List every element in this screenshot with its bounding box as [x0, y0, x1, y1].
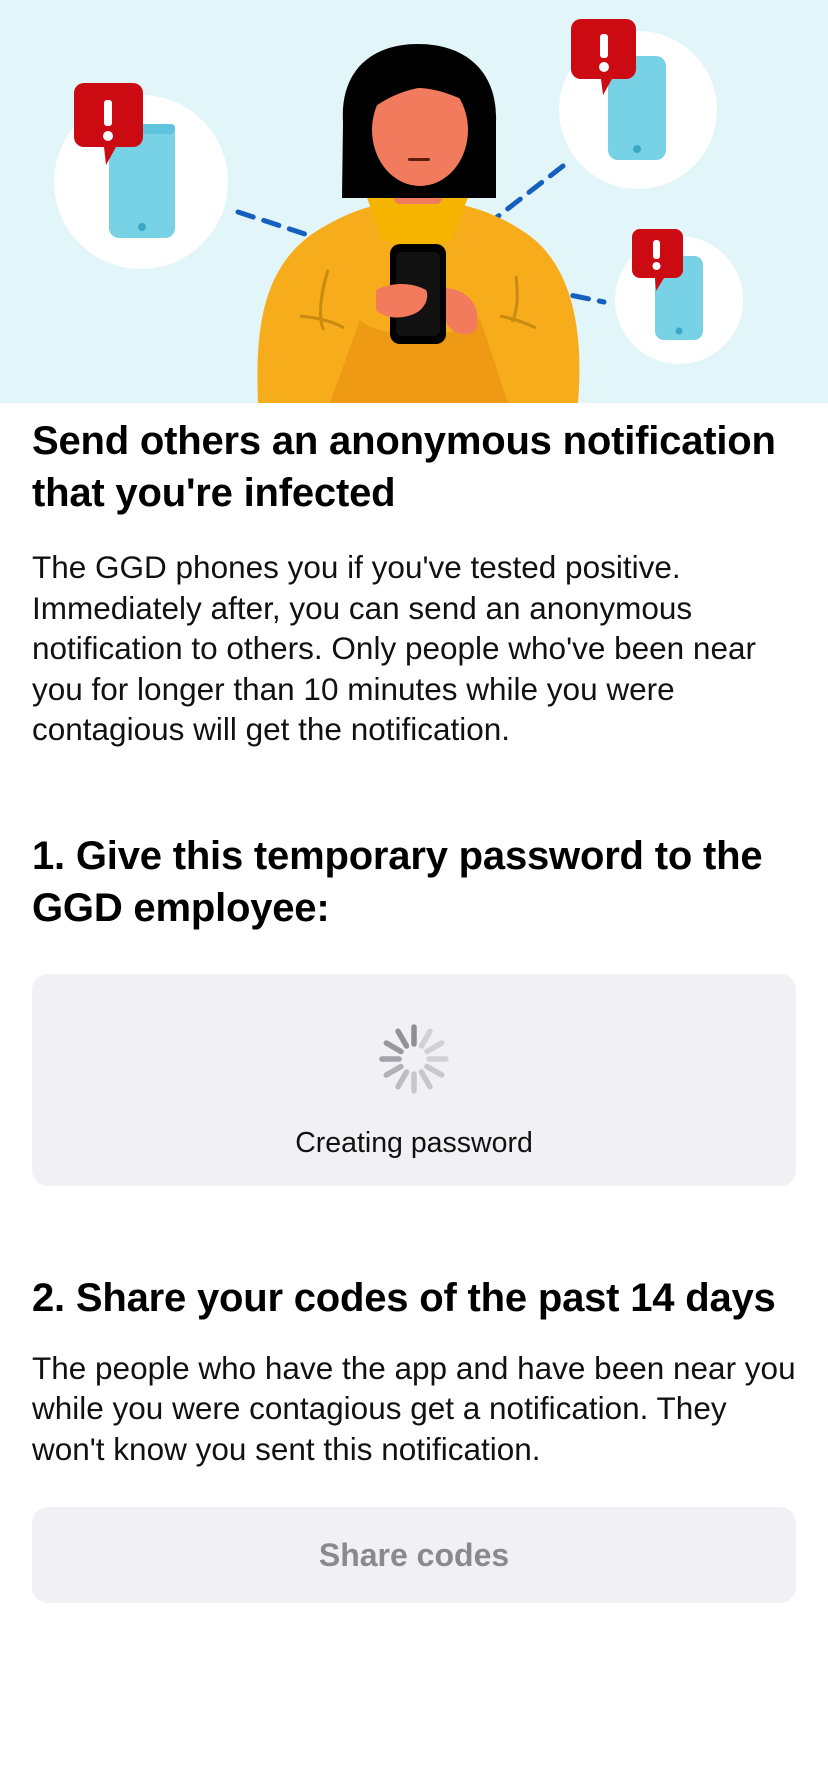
hero-illustration [0, 0, 828, 403]
intro-description: The GGD phones you if you've tested posi… [32, 549, 756, 747]
password-status-text: Creating password [295, 1126, 533, 1159]
step2-heading: 2. Share your codes of the past 14 days [32, 1275, 776, 1320]
step1-heading: 1. Give this temporary password to the G… [32, 833, 763, 930]
step2-description: The people who have the app and have bee… [32, 1349, 796, 1467]
loading-spinner-icon [379, 1023, 449, 1094]
main-content: Send others an anonymous notification th… [32, 415, 796, 1603]
person-illustration [257, 44, 580, 403]
password-card: Creating password [32, 973, 796, 1186]
intro-title: Send others an anonymous notification th… [32, 419, 776, 515]
share-codes-button[interactable]: Share codes [32, 1507, 796, 1603]
